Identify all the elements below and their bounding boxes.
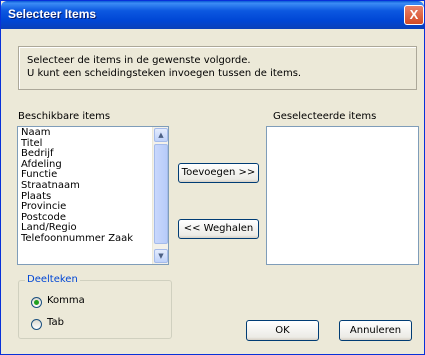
radio-selected-dot [34, 300, 39, 305]
instructions-line-2: U kunt een scheidingsteken invoegen tuss… [27, 68, 302, 79]
selected-items-label: Geselecteerde items [273, 111, 377, 122]
remove-button[interactable]: << Weghalen [178, 219, 259, 239]
radio-tab[interactable] [31, 319, 42, 330]
instructions-box: Selecteer de items in de gewenste volgor… [18, 46, 417, 90]
list-item[interactable]: Telefoonnummer Zaak [18, 233, 168, 245]
scroll-down-button[interactable]: ▼ [154, 249, 168, 263]
list-item[interactable]: Straatnaam [18, 180, 168, 192]
radio-tab-label[interactable]: Tab [47, 317, 64, 328]
cancel-button[interactable]: Annuleren [339, 320, 412, 341]
title-bar[interactable]: Selecteer Items X [1, 1, 424, 29]
add-button[interactable]: Toevoegen >> [178, 163, 259, 183]
ok-button[interactable]: OK [246, 320, 319, 341]
chevron-up-icon: ▲ [158, 131, 164, 139]
dialog-title: Selecteer Items [8, 7, 97, 21]
select-items-dialog: Selecteer Items X Selecteer de items in … [0, 0, 425, 355]
close-button[interactable]: X [404, 5, 424, 25]
scroll-up-button[interactable]: ▲ [154, 128, 168, 142]
separator-group [18, 280, 172, 339]
selected-items-list[interactable] [266, 126, 419, 265]
available-items-label: Beschikbare items [18, 111, 111, 122]
available-items-list[interactable]: Naam Titel Bedrijf Afdeling Functie Straatnaa… [17, 126, 169, 265]
radio-komma[interactable] [31, 297, 42, 308]
scrollbar-thumb[interactable] [154, 144, 168, 244]
available-list-scrollbar[interactable]: ▲ ▼ [152, 127, 168, 264]
list-item[interactable]: Naam [18, 127, 168, 139]
radio-komma-label[interactable]: Komma [47, 295, 85, 306]
separator-legend: Deelteken [25, 274, 80, 285]
close-icon: X [409, 7, 419, 22]
instructions-line-1: Selecteer de items in de gewenste volgor… [27, 55, 251, 66]
chevron-down-icon: ▼ [158, 252, 164, 260]
